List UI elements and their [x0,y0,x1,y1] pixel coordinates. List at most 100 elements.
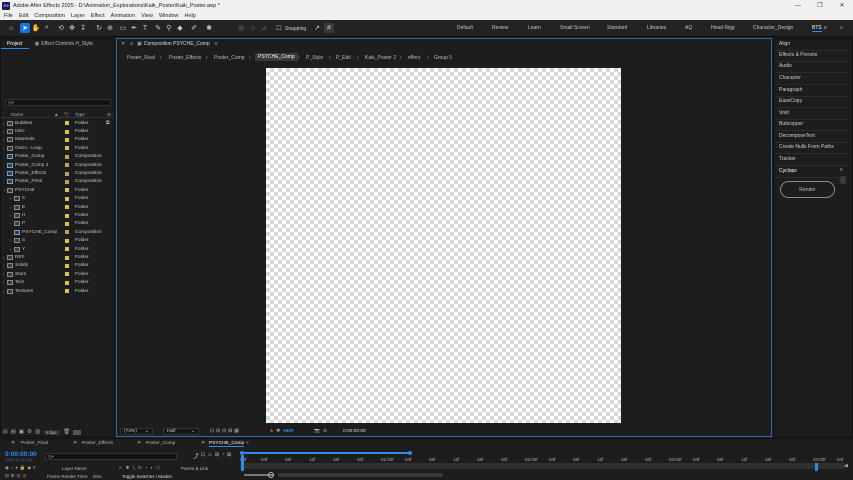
zoom-slider-handle[interactable] [268,472,274,478]
project-item[interactable]: Poster_Comp 2 Composition [1,161,114,169]
right-panel-paragraph[interactable]: Paragraph [779,87,802,93]
maximize-icon[interactable]: ❐ [809,0,831,11]
clone-stamp-icon[interactable]: ⚲ [164,23,174,33]
video-icon[interactable]: ◉ [5,465,9,471]
pen-tool-icon[interactable]: ✒ [129,23,139,33]
show-snapshot-icon[interactable]: ⊘ [323,429,327,434]
grid-icon[interactable]: ⊞ [216,429,220,434]
label-color-swatch[interactable] [65,247,69,252]
layer-name-header[interactable]: Layer Name [62,466,87,471]
label-color-swatch[interactable] [65,230,69,235]
puppet-tool-icon[interactable]: ✱ [204,23,214,33]
label-color-swatch[interactable] [65,263,69,268]
tab-close-icon[interactable]: ✕ [137,441,141,446]
crumb-group-5[interactable]: Group 5 [434,55,452,61]
workspace-head-rigg[interactable]: Head Rigg [711,25,735,31]
right-panel-character[interactable]: Character [779,75,801,81]
hdr-toggle[interactable]: HDR [283,429,293,434]
right-panel-buttcopper[interactable]: Buttcopper [779,121,803,127]
timeline-tab-poster-final[interactable]: Poster_Final [21,441,48,446]
label-column-icon[interactable]: 🏷 [64,112,70,118]
collapse-switch-icon[interactable]: ✱ [126,465,130,471]
workspace-learn[interactable]: Learn [528,25,541,31]
playhead[interactable] [241,455,244,471]
project-item[interactable]: Poster_Final Composition [1,178,114,186]
comp-flowchart-icon[interactable]: ⤴ [193,452,199,460]
scrollbar-thumb[interactable] [840,176,846,184]
bpc-button[interactable]: 8 bpc [43,429,61,435]
menu-layer[interactable]: Layer [71,13,85,19]
resolution-dropdown[interactable]: Half ⌄ [163,428,199,435]
composition-canvas[interactable] [266,68,621,423]
render-button[interactable]: Render [780,181,835,198]
shy-icon[interactable]: ☺ [207,452,213,460]
label-color-swatch[interactable] [65,188,69,193]
parent-link-header[interactable]: Parent & Link [181,466,208,471]
work-area-bar[interactable] [240,452,412,454]
expand-layer-switches-icon[interactable]: ⊟ [5,473,9,479]
lock-icon[interactable]: ▣ [137,41,142,47]
label-color-swatch[interactable] [65,289,69,294]
crumb-poster-comp[interactable]: Poster_Comp [214,55,245,61]
motion-blur-switch-icon[interactable]: ◔ [145,465,148,471]
crumb-effect[interactable]: effect [408,55,420,61]
interpret-footage-icon[interactable]: ⊟ [3,429,8,435]
lock-icon[interactable]: 🔒 [20,465,26,471]
time-navigator-bar[interactable] [240,463,845,469]
project-item[interactable]: › S Folder [1,237,114,245]
right-panel-create-nulls-from-paths[interactable]: Create Nulls From Paths [779,144,834,150]
zoom-dropdown[interactable]: (74%) ⌄ [120,428,153,435]
menu-edit[interactable]: Edit [19,13,28,19]
timeline-tab-poster-effects[interactable]: Poster_Effects [82,441,113,446]
project-item[interactable]: › C Folder [1,195,114,203]
right-panel-effects-presets[interactable]: Effects & Presets [779,52,817,58]
comp-tab-menu-icon[interactable]: ≡ [215,41,218,47]
workspace-bts[interactable]: BTS [812,25,822,32]
column-name[interactable]: Name [11,112,23,117]
workspace-character-design[interactable]: Character_Design [753,25,793,31]
crumb-p-edit[interactable]: P_Edit [336,55,351,61]
crumb-poster-final[interactable]: Poster_Final [127,55,155,61]
project-item[interactable]: › Intro Folder [1,127,114,135]
snap-grid-icon[interactable]: # [324,23,334,33]
project-item[interactable]: ⌄ PSYCHE Folder [1,186,114,194]
roto-brush-icon[interactable]: ✐ [189,23,199,33]
brush-tool-icon[interactable]: ✎ [153,23,163,33]
selection-tool-icon[interactable]: ➤ [20,23,30,33]
label-color-swatch[interactable] [65,221,69,226]
type-tool-icon[interactable]: T [140,23,150,33]
timeline-timecode[interactable]: 0:00:00:00 [5,451,37,458]
hand-tool-icon[interactable]: ✋ [31,23,41,33]
home-icon[interactable]: ⌂ [6,23,16,33]
workspace-menu-icon[interactable]: ≡ [824,25,827,31]
label-color-swatch[interactable] [65,238,69,243]
hash-icon[interactable]: # [33,465,36,471]
zoom-tool-icon[interactable]: ⌕ [42,23,52,33]
tab-close-icon[interactable]: ✕ [11,441,15,446]
project-item[interactable]: › Solids Folder [1,262,114,270]
cyclops-menu-icon[interactable]: ≡ [840,167,843,173]
new-folder-icon[interactable]: ▤ [11,429,16,435]
project-item[interactable]: › REF Folder [1,253,114,261]
label-color-swatch[interactable] [65,129,69,134]
transparency-grid-icon[interactable]: ▦ [234,429,239,434]
project-item[interactable]: › P Folder [1,220,114,228]
axis-local-icon[interactable]: ⊞ [236,23,246,33]
axis-world-icon[interactable]: ⊹ [248,23,258,33]
right-panel-cyclops[interactable]: Cyclops [779,168,797,174]
project-search-input[interactable]: Q▾ [5,99,111,106]
workspace-default[interactable]: Default [457,25,473,31]
right-panel-tracker[interactable]: Tracker [779,156,796,162]
crumb-kaik-poster-2[interactable]: Kaik_Poster 2 [365,55,396,61]
menu-file[interactable]: File [4,13,13,19]
color-swatch[interactable] [73,429,82,435]
dolly-tool-icon[interactable]: ↧ [78,23,88,33]
expand-in-out-icon[interactable]: ⊡ [17,473,21,479]
comp-timecode[interactable]: 0:00:00:00 [343,428,366,435]
color-management-icon[interactable]: ✺ [276,429,280,434]
region-of-interest-icon[interactable]: ⊡ [210,429,214,434]
menu-animation[interactable]: Animation [111,13,135,19]
anchor-tool-icon[interactable]: ⊕ [105,23,115,33]
shape-tool-icon[interactable]: ▭ [118,23,128,33]
audio-icon[interactable]: ♪ [11,465,13,471]
